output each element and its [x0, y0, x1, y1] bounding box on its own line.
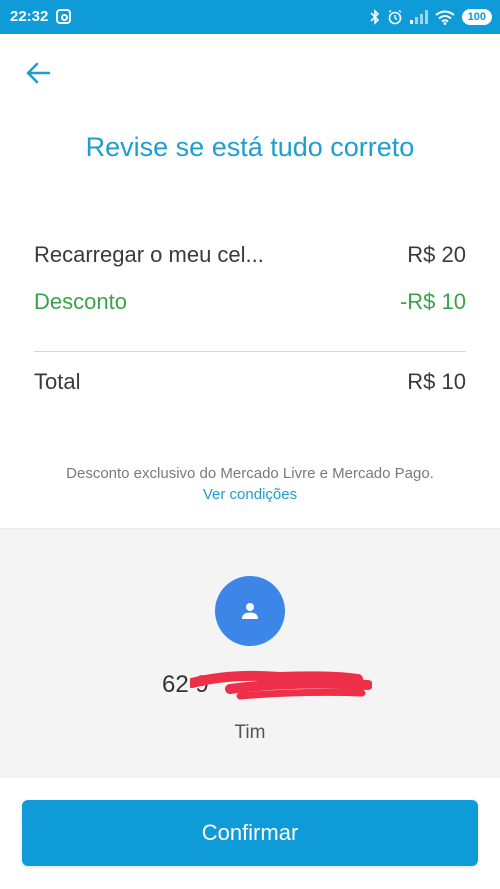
arrow-left-icon	[26, 62, 51, 84]
summary-row-recharge: Recarregar o meu cel... R$ 20	[34, 240, 466, 270]
conditions-link[interactable]: Ver condições	[0, 486, 500, 503]
summary-divider	[34, 351, 466, 352]
discount-label: Desconto	[34, 289, 127, 314]
summary-row-discount: Desconto -R$ 10	[34, 287, 466, 317]
back-button[interactable]	[20, 55, 56, 91]
summary-row-total: Total R$ 10	[34, 367, 466, 397]
battery-icon: 100	[461, 9, 492, 25]
person-icon	[242, 603, 258, 619]
status-bar: 22:32 100	[0, 0, 500, 34]
contact-panel: 62 9 Tim	[0, 528, 500, 778]
status-icons: 100	[370, 6, 492, 28]
redaction-scribble	[190, 670, 372, 700]
bluetooth-icon	[370, 9, 379, 25]
confirm-button[interactable]: Confirmar	[22, 800, 478, 866]
total-label: Total	[34, 369, 81, 394]
alarm-icon	[388, 9, 402, 25]
wifi-icon	[435, 10, 455, 25]
signal-icon	[409, 10, 428, 24]
page-title: Revise se está tudo correto	[85, 132, 415, 162]
recharge-label: Recarregar o meu cel...	[34, 242, 264, 267]
discount-value: -R$ 10	[399, 289, 466, 314]
recharge-value: R$ 20	[407, 242, 466, 267]
instagram-icon	[56, 9, 71, 24]
status-time: 22:32	[10, 8, 49, 25]
discount-disclaimer: Desconto exclusivo do Mercado Livre e Me…	[66, 465, 434, 482]
total-value: R$ 10	[407, 369, 466, 394]
carrier-name: Tim	[234, 722, 266, 743]
avatar	[215, 576, 285, 646]
